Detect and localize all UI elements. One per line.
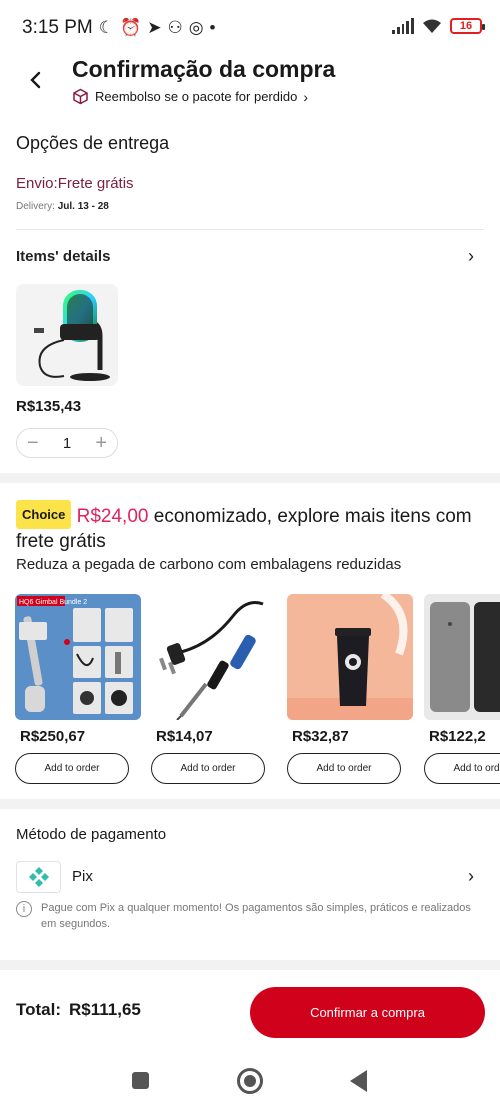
product-price: R$122,2 (429, 728, 486, 745)
add-to-order-button[interactable]: Add to order (151, 753, 265, 784)
dot-icon: • (209, 18, 216, 37)
total-value: R$111,65 (69, 1000, 141, 1019)
chevron-right-icon: › (303, 88, 309, 105)
recommended-products: HQ6 Gimbal Bundle 2 R$250,67 Add to orde… (15, 594, 500, 794)
choice-headline: Choice R$24,00 economizado, explore mais… (16, 500, 486, 554)
package-icon (73, 88, 88, 105)
add-to-order-button[interactable]: Add to order (424, 753, 500, 784)
page-title: Confirmação da compra (72, 56, 336, 82)
add-to-order-button[interactable]: Add to order (287, 753, 401, 784)
delivery-date: Delivery: Jul. 13 - 28 (16, 201, 109, 212)
product-card[interactable]: R$32,87 Add to order (287, 594, 413, 784)
back-button[interactable] (22, 66, 50, 94)
confirm-purchase-button[interactable]: Confirmar a compra (250, 987, 485, 1038)
decrease-button[interactable]: − (27, 432, 39, 455)
product-image-thermos[interactable] (287, 594, 413, 720)
status-icons: ☾ ⏰ ➤ ⚇ ◎ • (99, 18, 216, 38)
delivery-section-title: Opções de entrega (16, 133, 170, 153)
quantity-stepper: − 1 + (16, 428, 118, 458)
add-to-order-button[interactable]: Add to order (15, 753, 129, 784)
choice-badge: Choice (16, 500, 72, 529)
increase-button[interactable]: + (95, 432, 107, 455)
wifi-icon (423, 19, 441, 33)
refund-text: Reembolso se o pacote for perdido (95, 89, 298, 104)
signal-icon (392, 18, 414, 34)
battery-icon: 16 (450, 18, 485, 34)
status-time: 3:15 PM (22, 17, 93, 38)
product-price: R$250,67 (20, 728, 86, 745)
payment-chevron-right-icon[interactable]: › (468, 866, 474, 887)
product-image-device[interactable] (424, 594, 500, 720)
moon-icon: ☾ (98, 18, 115, 37)
pix-icon (28, 867, 49, 887)
product-thumbnail[interactable] (16, 284, 118, 386)
total-label: Total: (16, 1000, 62, 1019)
pix-logo[interactable] (16, 861, 61, 893)
delivery-date-value: Jul. 13 - 28 (57, 201, 109, 212)
section-divider (0, 960, 500, 970)
quantity-value[interactable]: 1 (63, 435, 71, 452)
product-card[interactable]: R$14,07 Add to order (151, 594, 277, 784)
system-nav-bar (0, 1050, 500, 1111)
product-card[interactable]: HQ6 Gimbal Bundle 2 R$250,67 Add to orde… (15, 594, 141, 784)
payment-method-label[interactable]: Pix (72, 868, 93, 885)
product-card[interactable]: R$122,2 Add to order (424, 594, 500, 784)
product-price: R$14,07 (156, 728, 213, 745)
items-title: Items' details (16, 248, 111, 265)
info-icon: i (16, 901, 32, 917)
product-price: R$135,43 (16, 398, 82, 415)
refund-link[interactable]: Reembolso se o pacote for perdido › (72, 88, 308, 105)
divider (16, 229, 484, 230)
alarm-icon: ⏰ (120, 18, 142, 37)
chevron-left-icon (30, 71, 41, 89)
section-divider (0, 473, 500, 483)
battery-level: 16 (459, 20, 473, 32)
telegram-icon: ➤ (147, 18, 162, 37)
product-price: R$32,87 (292, 728, 349, 745)
product-image-gimbal[interactable]: HQ6 Gimbal Bundle 2 (15, 594, 141, 720)
home-button[interactable] (237, 1068, 263, 1094)
section-divider (0, 799, 500, 809)
product-image-soldering-iron[interactable] (151, 594, 277, 720)
recent-apps-button[interactable] (132, 1072, 149, 1089)
microphone-image (16, 284, 118, 386)
product-image-tag: HQ6 Gimbal Bundle 2 (19, 599, 87, 606)
payment-note: Pague com Pix a qualquer momento! Os pag… (41, 902, 471, 930)
sensor-icon: ◎ (188, 18, 204, 37)
choice-saved-amount: R$24,00 (76, 506, 149, 527)
items-chevron-right-icon[interactable]: › (468, 246, 474, 267)
system-back-button[interactable] (350, 1070, 367, 1092)
delivery-method: Envio:Frete grátis (16, 175, 134, 192)
status-right: 16 (392, 18, 485, 34)
network-icon: ⚇ (167, 18, 183, 37)
choice-subtitle: Reduza a pegada de carbono com embalagen… (16, 556, 402, 573)
payment-title: Método de pagamento (16, 826, 167, 843)
delivery-date-label: Delivery: (16, 201, 55, 212)
